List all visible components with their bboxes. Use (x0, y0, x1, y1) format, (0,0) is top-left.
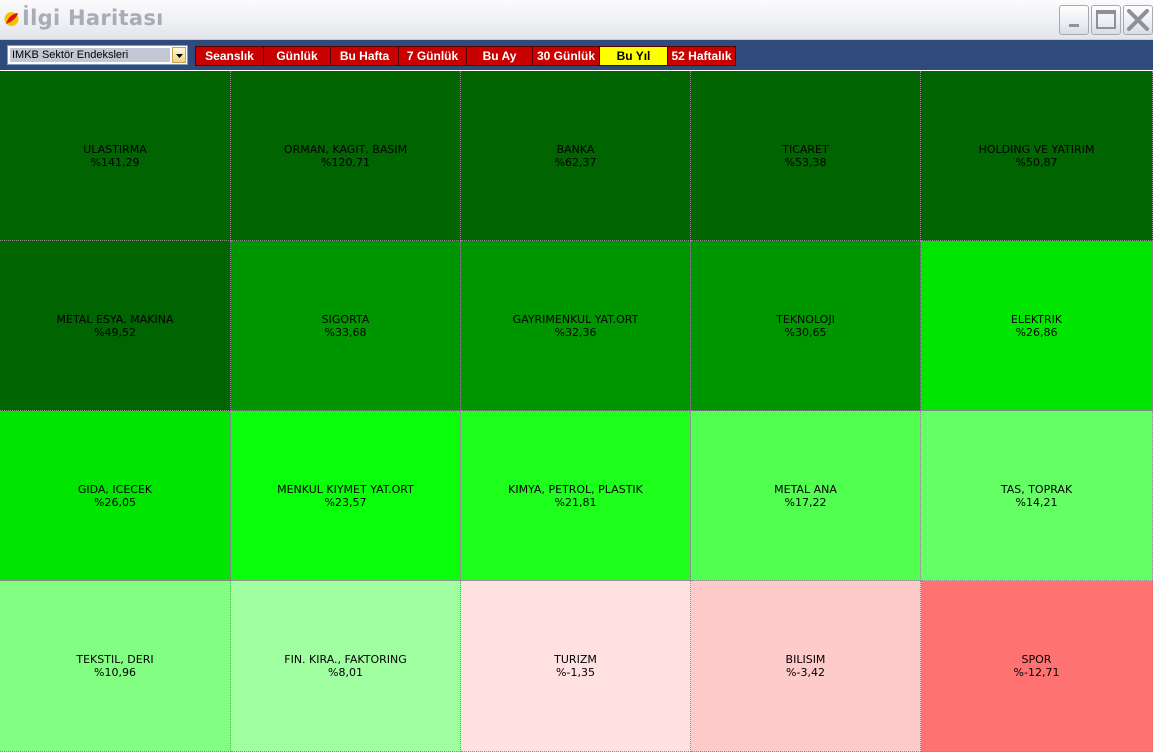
chevron-down-icon (176, 54, 183, 58)
tab-period[interactable]: Bu Ay (467, 46, 533, 66)
sector-name: ELEKTRIK (1010, 312, 1063, 326)
sector-change: %30,65 (784, 325, 827, 339)
sector-change: %17,22 (784, 495, 827, 509)
app-logo-icon (3, 10, 20, 27)
tab-period[interactable]: Bu Yıl (600, 46, 668, 66)
heatmap-cell[interactable]: GIDA, ICECEK %26,05 (0, 411, 231, 581)
heatmap-cell[interactable]: ULASTIRMA %141,29 (0, 71, 231, 241)
sector-heatmap: ULASTIRMA %141,29 ORMAN, KAGIT, BASIM %120… (0, 71, 1153, 752)
heatmap-cell[interactable]: BILISIM %-3,42 (691, 581, 921, 752)
sector-change: %120,71 (321, 155, 370, 169)
sector-name: TEKSTIL, DERI (76, 653, 154, 666)
sector-name: ORMAN, KAGIT, BASIM (283, 142, 408, 156)
sector-name: ULASTIRMA (83, 142, 147, 156)
heatmap-cell[interactable]: HOLDING VE YATIRIM %50,87 (921, 71, 1153, 241)
heatmap-cell[interactable]: BANKA %62,37 (461, 71, 691, 241)
sector-name: KIMYA, PETROL, PLASTIK (508, 482, 643, 496)
sector-change: %50,87 (1015, 155, 1058, 169)
sector-name: METAL ANA (774, 482, 837, 496)
sector-name: MENKUL KIYMET YAT.ORT (277, 482, 414, 496)
close-button[interactable] (1123, 5, 1153, 35)
minimize-icon (1069, 24, 1079, 27)
sector-name: FIN. KIRA., FAKTORING (284, 653, 407, 666)
window-title: İlgi Haritası (22, 6, 164, 30)
heatmap-cell[interactable]: TURIZM %-1,35 (461, 581, 691, 752)
heatmap-cell[interactable]: ELEKTRIK %26,86 (921, 241, 1153, 411)
tab-period[interactable]: Bu Hafta (331, 46, 399, 66)
maximize-button[interactable] (1091, 5, 1121, 35)
heatmap-cell[interactable]: GAYRIMENKUL YAT.ORT %32,36 (461, 241, 691, 411)
heatmap-cell[interactable]: METAL ESYA, MAKINA %49,52 (0, 241, 231, 411)
sector-name: TURIZM (554, 653, 597, 666)
sector-name: GIDA, ICECEK (77, 482, 153, 496)
heatmap-cell[interactable]: FIN. KIRA., FAKTORING %8,01 (231, 581, 461, 752)
sector-name: BILISIM (785, 653, 826, 666)
heatmap-cell[interactable]: SPOR %-12,71 (921, 581, 1153, 752)
sector-name: HOLDING VE YATIRIM (978, 142, 1095, 156)
heatmap-cell[interactable]: TAS, TOPRAK %14,21 (921, 411, 1153, 581)
sector-change: %26,05 (94, 495, 136, 509)
heatmap-cell[interactable]: SIGORTA %33,68 (231, 241, 461, 411)
sector-change: %21,81 (554, 495, 597, 509)
tab-period[interactable]: 7 Günlük (399, 46, 467, 66)
title-bar[interactable]: İlgi Haritası (0, 0, 1153, 40)
sector-name: TICARET (782, 142, 829, 156)
tab-period[interactable]: Seanslık (195, 46, 264, 66)
sector-name: GAYRIMENKUL YAT.ORT (512, 312, 639, 326)
heatmap-cell[interactable]: MENKUL KIYMET YAT.ORT %23,57 (231, 411, 461, 581)
heatmap-cell[interactable]: TICARET %53,38 (691, 71, 921, 241)
tab-period[interactable]: 30 Günlük (533, 46, 600, 66)
sector-change: %-12,71 (1013, 666, 1060, 679)
sector-change: %32,36 (554, 325, 597, 339)
sector-change: %26,86 (1015, 325, 1058, 339)
tab-period[interactable]: Günlük (264, 46, 331, 66)
sector-name: TEKNOLOJI (776, 312, 835, 326)
sector-change: %62,37 (554, 155, 597, 169)
sector-change: %53,38 (784, 155, 827, 169)
sector-change: %-1,35 (556, 666, 595, 679)
sector-change: %49,52 (94, 325, 136, 339)
heatmap-cell[interactable]: METAL ANA %17,22 (691, 411, 921, 581)
sector-change: %14,21 (1015, 495, 1058, 509)
sector-name: SPOR (1021, 653, 1052, 666)
heatmap-cell[interactable]: KIMYA, PETROL, PLASTIK %21,81 (461, 411, 691, 581)
sector-change: %-3,42 (786, 666, 825, 679)
maximize-icon (1096, 10, 1116, 29)
sector-name: SIGORTA (321, 312, 370, 326)
sector-change: %23,57 (324, 495, 367, 509)
dropdown-arrow-button[interactable] (172, 47, 186, 63)
app-window: İlgi Haritası IMKB Sektör Endeksleri Sea… (0, 0, 1153, 752)
index-selector-dropdown[interactable]: IMKB Sektör Endeksleri (7, 45, 188, 65)
period-tabs: Seanslık Günlük Bu Hafta 7 Günlük Bu Ay … (195, 46, 736, 66)
sector-change: %141,29 (90, 155, 140, 169)
close-icon (1127, 9, 1149, 31)
minimize-button[interactable] (1059, 5, 1089, 35)
index-selector-value: IMKB Sektör Endeksleri (10, 48, 170, 62)
heatmap-cell[interactable]: TEKNOLOJI %30,65 (691, 241, 921, 411)
heatmap-cell[interactable]: TEKSTIL, DERI %10,96 (0, 581, 231, 752)
heatmap-cell[interactable]: ORMAN, KAGIT, BASIM %120,71 (231, 71, 461, 241)
sector-change: %8,01 (328, 666, 363, 679)
sector-change: %10,96 (94, 666, 136, 679)
sector-name: METAL ESYA, MAKINA (56, 312, 174, 326)
sector-name: TAS, TOPRAK (1000, 482, 1073, 496)
sector-change: %33,68 (324, 325, 367, 339)
tab-period[interactable]: 52 Haftalık (668, 46, 736, 66)
sector-name: BANKA (556, 142, 595, 156)
